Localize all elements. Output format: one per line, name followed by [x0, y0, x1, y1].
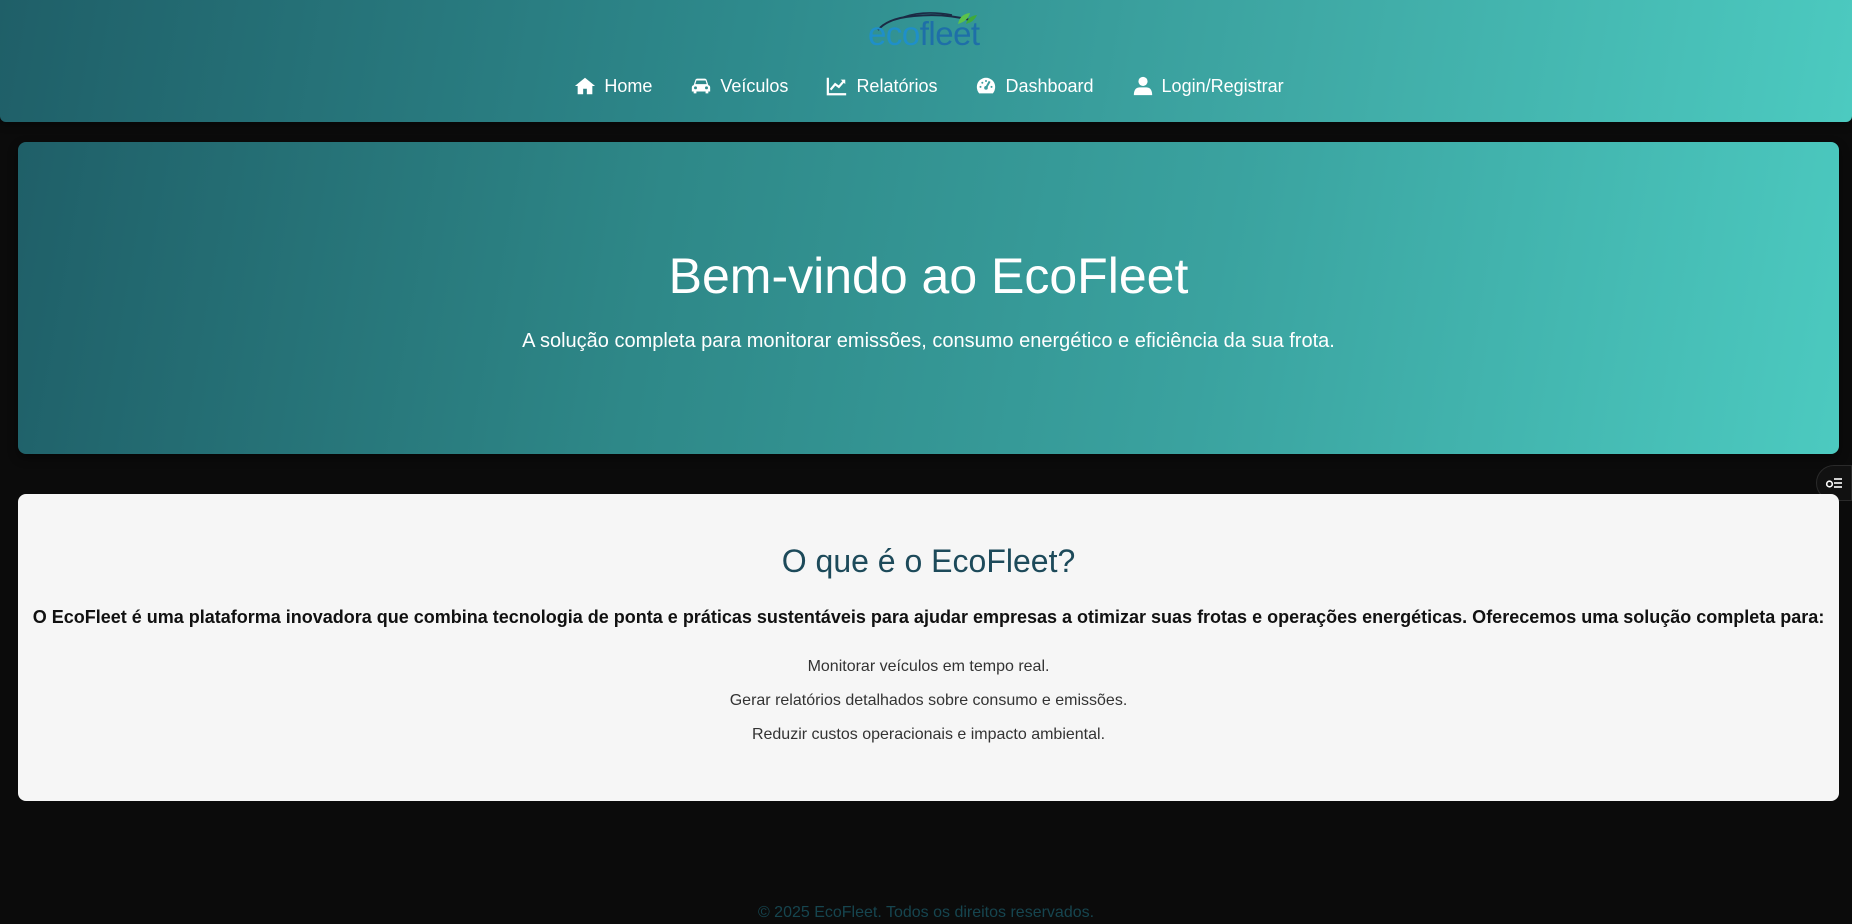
hero-banner: Bem-vindo ao EcoFleet A solução completa… — [18, 142, 1839, 454]
nav-item-veiculos[interactable]: Veículos — [671, 72, 807, 100]
footer-copyright: © 2025 EcoFleet. Todos os direitos reser… — [757, 904, 1095, 921]
feature-list: Monitorar veículos em tempo real. Gerar … — [18, 650, 1839, 752]
logo-wordmark: ecofleet — [868, 16, 980, 52]
nav-label-veiculos: Veículos — [720, 75, 789, 96]
about-section: O que é o EcoFleet? O EcoFleet é uma pla… — [18, 494, 1839, 801]
chart-line-icon — [826, 75, 848, 97]
list-item: Gerar relatórios detalhados sobre consum… — [729, 692, 1128, 709]
nav-item-home[interactable]: Home — [555, 72, 671, 100]
settings-toggle-icon — [1825, 478, 1842, 488]
hero-subtitle: A solução completa para monitorar emissõ… — [522, 330, 1335, 352]
nav-label-login: Login/Registrar — [1161, 75, 1284, 96]
ecofleet-logo[interactable]: ecofleet — [868, 10, 992, 52]
nav-label-home: Home — [604, 75, 653, 96]
gauge-icon — [975, 75, 997, 97]
list-item: Monitorar veículos em tempo real. — [807, 658, 1050, 675]
about-description: O EcoFleet é uma plataforma inovadora qu… — [32, 607, 1825, 627]
list-item: Reduzir custos operacionais e impacto am… — [751, 726, 1106, 743]
site-header: ecofleet Home Veículos Relatórios Dashbo… — [0, 0, 1852, 122]
nav-label-relatorios: Relatórios — [856, 75, 938, 96]
logo-eco-text: eco — [868, 15, 920, 52]
logo-fleet-text: fleet — [919, 15, 980, 52]
main-nav: Home Veículos Relatórios Dashboard Login… — [0, 72, 1852, 100]
nav-item-dashboard[interactable]: Dashboard — [956, 72, 1112, 100]
user-icon — [1132, 75, 1154, 97]
nav-label-dashboard: Dashboard — [1005, 75, 1094, 96]
home-icon — [574, 75, 596, 97]
car-icon — [690, 75, 712, 97]
nav-item-login[interactable]: Login/Registrar — [1113, 72, 1303, 100]
nav-item-relatorios[interactable]: Relatórios — [807, 72, 956, 100]
about-title: O que é o EcoFleet? — [781, 543, 1076, 579]
hero-title: Bem-vindo ao EcoFleet — [668, 248, 1189, 304]
